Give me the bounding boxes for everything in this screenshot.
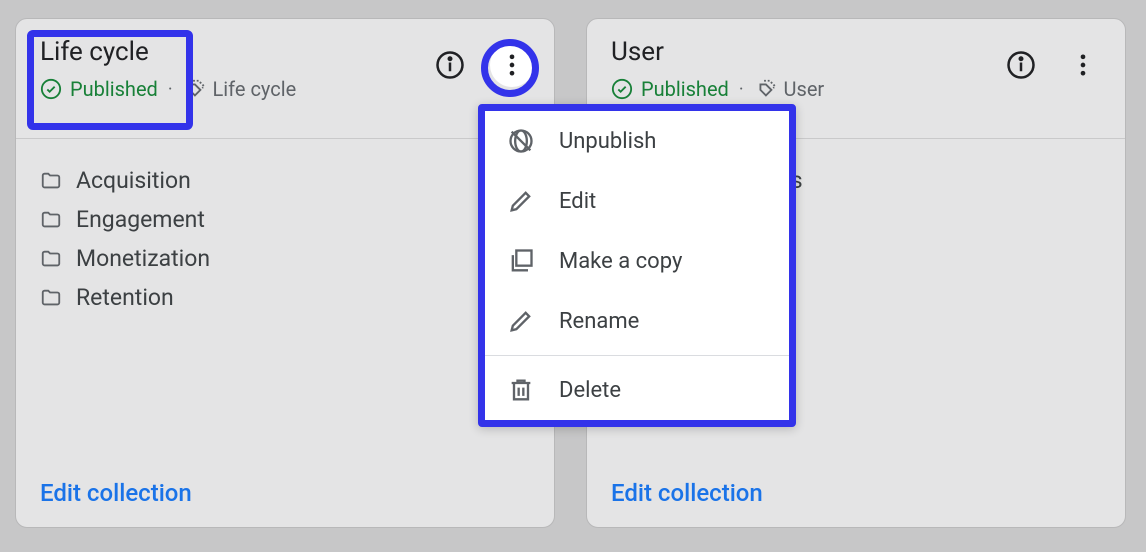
pencil-icon: [507, 187, 535, 215]
status-text: Published: [641, 77, 729, 101]
menu-label: Unpublish: [559, 129, 656, 154]
card-footer: Edit collection: [40, 479, 192, 507]
edit-collection-link[interactable]: Edit collection: [40, 479, 192, 507]
info-icon: [1006, 50, 1036, 80]
folder-icon: [40, 170, 62, 192]
header-actions: [999, 43, 1105, 87]
status-published: Published: [40, 77, 158, 101]
tag-chip: Life cycle: [183, 77, 297, 101]
menu-label: Edit: [559, 189, 596, 214]
check-circle-icon: [40, 78, 62, 100]
folder-row-monetization[interactable]: Monetization: [40, 239, 530, 278]
menu-label: Delete: [559, 378, 621, 403]
more-vert-icon: [1069, 51, 1097, 79]
trash-icon: [507, 376, 535, 404]
menu-item-delete[interactable]: Delete: [485, 360, 789, 420]
more-vert-icon: [498, 51, 526, 79]
collection-card-life-cycle: Life cycle Published · Life cycle Acquis…: [15, 18, 555, 528]
tag-chip: User: [754, 77, 825, 101]
menu-label: Make a copy: [559, 249, 682, 274]
tag-text: Life cycle: [213, 77, 297, 101]
menu-item-rename[interactable]: Rename: [485, 291, 789, 351]
info-button[interactable]: [999, 43, 1043, 87]
tag-icon: [754, 78, 776, 100]
folder-row-acquisition[interactable]: Acquisition: [40, 161, 530, 200]
copy-icon: [507, 247, 535, 275]
menu-item-unpublish[interactable]: Unpublish: [485, 111, 789, 171]
folder-icon: [40, 209, 62, 231]
card-footer: Edit collection: [611, 479, 763, 507]
header-actions: [428, 43, 534, 87]
folder-label: Engagement: [76, 206, 205, 233]
menu-label: Rename: [559, 309, 639, 334]
menu-item-edit[interactable]: Edit: [485, 171, 789, 231]
folder-label: Monetization: [76, 245, 210, 272]
pencil-icon: [507, 307, 535, 335]
folder-label: Acquisition: [76, 167, 191, 194]
tag-text: User: [784, 77, 825, 101]
folder-row-engagement[interactable]: Engagement: [40, 200, 530, 239]
menu-item-copy[interactable]: Make a copy: [485, 231, 789, 291]
more-button[interactable]: [1061, 43, 1105, 87]
context-menu: Unpublish Edit Make a copy Rename Delete: [478, 104, 796, 427]
more-button[interactable]: [490, 43, 534, 87]
card-header: Life cycle Published · Life cycle: [16, 19, 554, 139]
info-button[interactable]: [428, 43, 472, 87]
card-body: Acquisition Engagement Monetization Rete…: [16, 139, 554, 339]
check-circle-icon: [611, 78, 633, 100]
folder-icon: [40, 287, 62, 309]
status-text: Published: [70, 77, 158, 101]
menu-divider: [485, 355, 789, 356]
tag-icon: [183, 78, 205, 100]
folder-icon: [40, 248, 62, 270]
edit-collection-link[interactable]: Edit collection: [611, 479, 763, 507]
status-published: Published: [611, 77, 729, 101]
separator-dot: ·: [739, 79, 744, 100]
info-icon: [435, 50, 465, 80]
unpublish-icon: [507, 127, 535, 155]
folder-label: Retention: [76, 284, 174, 311]
folder-row-retention[interactable]: Retention: [40, 278, 530, 317]
separator-dot: ·: [168, 79, 173, 100]
